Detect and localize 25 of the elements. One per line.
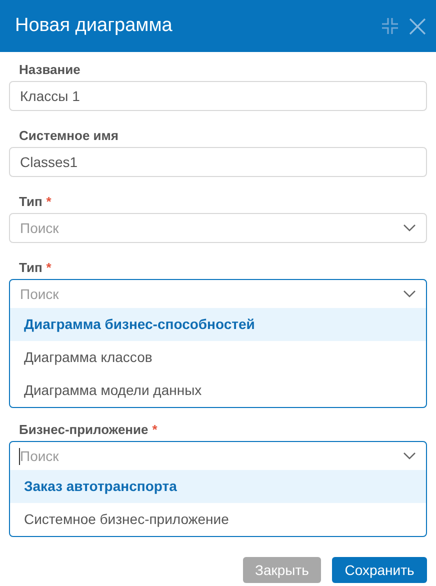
- dropdown-option[interactable]: Диаграмма бизнес-способностей: [10, 308, 426, 341]
- text-field[interactable]: Классы 1: [9, 81, 427, 111]
- chevron-down-icon[interactable]: [403, 290, 416, 298]
- dropdown-field[interactable]: Поиск Заказ автотранспорта Системное бизнес-приложение: [9, 441, 427, 537]
- required-mark: *: [152, 422, 158, 437]
- field-label: Тип: [19, 194, 42, 209]
- save-button[interactable]: Сохранить: [332, 557, 427, 583]
- field-label: Системное имя: [19, 128, 118, 143]
- placeholder-text: Поиск: [20, 286, 60, 302]
- dropdown-option[interactable]: Заказ автотранспорта: [10, 470, 426, 503]
- field-label: Название: [19, 62, 80, 77]
- text-field[interactable]: Classes1: [9, 147, 427, 177]
- dropdown-option[interactable]: Диаграмма классов: [10, 341, 426, 374]
- dropdown-option[interactable]: Системное бизнес-приложение: [10, 503, 426, 536]
- required-mark: *: [46, 260, 52, 275]
- field-label: Бизнес-приложение: [19, 422, 148, 437]
- dropdown-field[interactable]: Поиск Диаграмма бизнес-способностей Диаграмма классов Диаграмма модели данных: [9, 279, 427, 408]
- placeholder-text: Поиск: [20, 448, 60, 464]
- chevron-down-icon[interactable]: [403, 224, 416, 232]
- window-title: Новая диаграмма: [15, 15, 174, 37]
- dropdown-option[interactable]: Диаграмма модели данных: [10, 374, 426, 407]
- chevron-down-icon[interactable]: [403, 452, 416, 460]
- placeholder-text: Поиск: [20, 220, 60, 236]
- field-label: Тип: [19, 260, 42, 275]
- required-mark: *: [46, 194, 52, 209]
